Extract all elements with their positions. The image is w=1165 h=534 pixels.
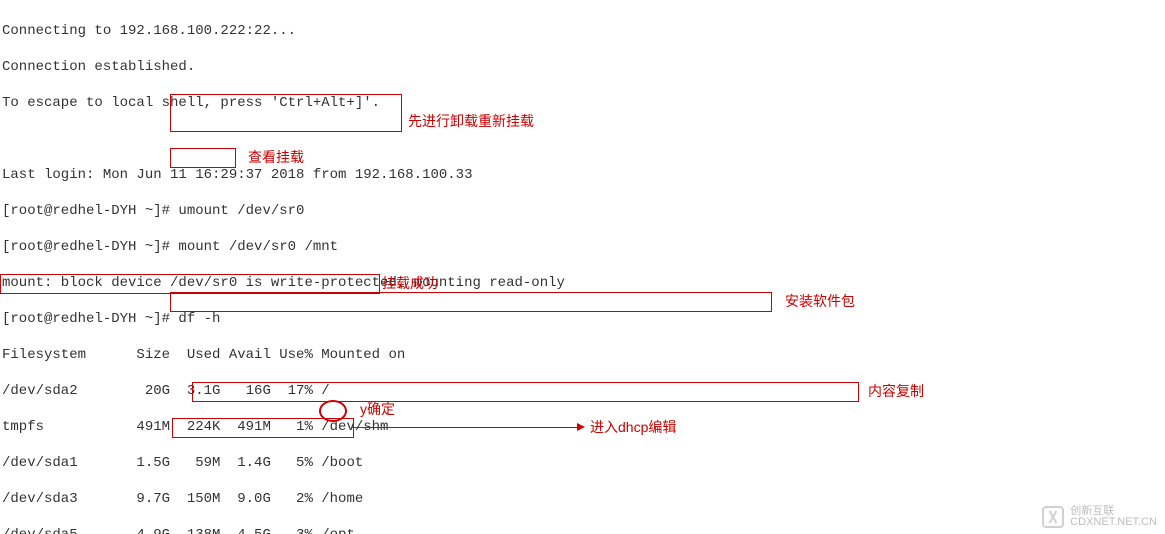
cmd-df: [root@redhel-DYH ~]# df -h [2,310,1165,328]
cmd-umount: [root@redhel-DYH ~]# umount /dev/sr0 [2,202,1165,220]
connecting-line: Connecting to 192.168.100.222:22... [2,22,1165,40]
last-login: Last login: Mon Jun 11 16:29:37 2018 fro… [2,166,1165,184]
terminal-output: Connecting to 192.168.100.222:22... Conn… [0,0,1165,534]
blank-line [2,130,1165,148]
mount-warning: mount: block device /dev/sr0 is write-pr… [2,274,1165,292]
df-header: Filesystem Size Used Avail Use% Mounted … [2,346,1165,364]
df-row-tmpfs: tmpfs 491M 224K 491M 1% /dev/shm [2,418,1165,436]
connection-established: Connection established. [2,58,1165,76]
escape-hint: To escape to local shell, press 'Ctrl+Al… [2,94,1165,112]
df-row-sda1: /dev/sda1 1.5G 59M 1.4G 5% /boot [2,454,1165,472]
df-row-sda5: /dev/sda5 4.9G 138M 4.5G 3% /opt [2,526,1165,534]
df-row-sda2: /dev/sda2 20G 3.1G 16G 17% / [2,382,1165,400]
df-row-sda3: /dev/sda3 9.7G 150M 9.0G 2% /home [2,490,1165,508]
cmd-mount: [root@redhel-DYH ~]# mount /dev/sr0 /mnt [2,238,1165,256]
